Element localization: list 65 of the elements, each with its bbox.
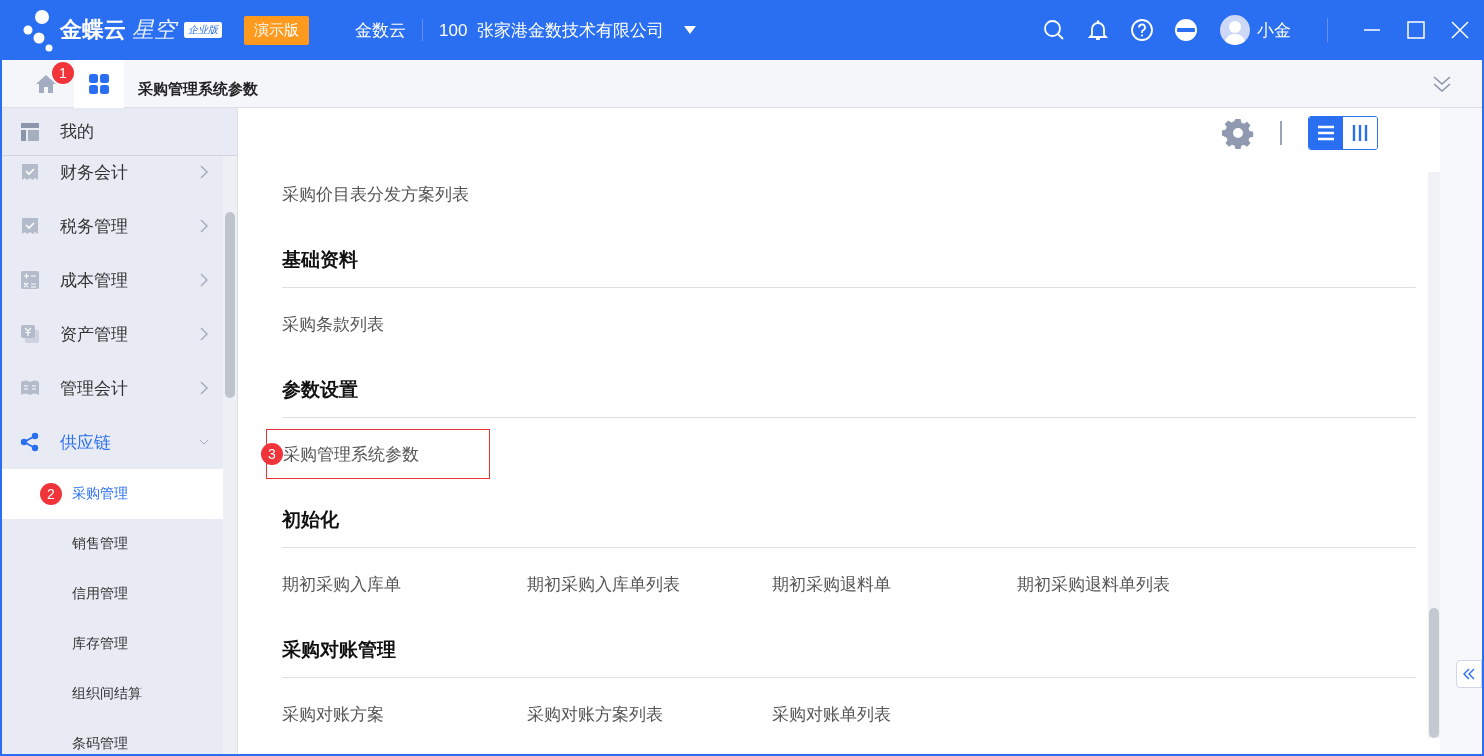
sidebar-item[interactable]: 供应链 — [2, 415, 223, 469]
sidebar-subitem[interactable]: 库存管理 — [2, 619, 223, 669]
close-icon[interactable] — [1450, 20, 1470, 40]
avatar-icon[interactable] — [1220, 15, 1250, 45]
maximize-icon[interactable] — [1406, 20, 1426, 40]
menu-link[interactable]: 期初采购退料单列表 — [1017, 572, 1262, 596]
chevron-right-icon — [199, 165, 209, 179]
page-tab[interactable]: 采购管理系统参数 — [124, 80, 272, 99]
section-heading: 初始化 — [282, 490, 1416, 548]
share-nodes-icon — [20, 432, 40, 452]
document-check-icon — [20, 162, 40, 182]
dashboard-icon — [20, 121, 40, 142]
settings-icon[interactable] — [1222, 117, 1254, 149]
section-heading: 采购对账管理 — [282, 620, 1416, 678]
book-icon — [20, 378, 40, 398]
list-icon — [1316, 123, 1336, 143]
expand-panel-button[interactable] — [1456, 660, 1482, 688]
chevron-right-icon — [199, 273, 209, 287]
sidebar-item[interactable]: 我的 — [60, 120, 94, 143]
sidebar-item[interactable]: 管理会计 — [2, 361, 223, 415]
edition-badge: 企业版 — [184, 22, 222, 38]
grid-icon — [88, 72, 110, 95]
document-check-icon — [20, 216, 40, 236]
stacked-cards-icon — [20, 324, 40, 344]
more-icon[interactable] — [1174, 18, 1198, 42]
sidebar-subitem[interactable]: 销售管理 — [2, 519, 223, 569]
calculator-icon — [20, 270, 40, 290]
step-marker: 3 — [261, 443, 283, 465]
step-marker: 1 — [52, 61, 74, 84]
menu-link[interactable]: 期初采购退料单 — [772, 572, 1017, 596]
scrollbar[interactable] — [1428, 172, 1440, 738]
apps-tab[interactable] — [74, 59, 124, 108]
sidebar-item[interactable]: 资产管理 — [2, 307, 223, 361]
menu-link[interactable]: 期初采购入库单列表 — [527, 572, 772, 596]
search-icon[interactable] — [1042, 18, 1066, 42]
double-chevron-down-icon[interactable] — [1432, 74, 1452, 93]
double-chevron-left-icon — [1462, 668, 1476, 680]
sidebar-item[interactable]: 成本管理 — [2, 253, 223, 307]
sidebar-item[interactable]: 税务管理 — [2, 199, 223, 253]
menu-link[interactable]: 采购价目表分发方案列表 — [282, 182, 527, 206]
chevron-right-icon — [199, 327, 209, 341]
section-heading: 参数设置 — [282, 360, 1416, 418]
list-view-button[interactable] — [1309, 117, 1343, 149]
sidebar-subitem[interactable]: 组织间结算 — [2, 669, 223, 719]
sidebar-item[interactable]: 财务会计 — [2, 156, 223, 199]
scrollbar[interactable] — [223, 156, 237, 754]
sidebar-subitem[interactable]: 条码管理 — [2, 719, 223, 754]
menu-link[interactable]: 采购对账单列表 — [772, 702, 1017, 726]
sidebar-subitem[interactable]: 信用管理 — [2, 569, 223, 619]
chevron-right-icon — [199, 219, 209, 233]
help-icon[interactable] — [1130, 18, 1154, 42]
chevron-right-icon — [199, 381, 209, 395]
menu-link[interactable]: 采购对账方案列表 — [527, 702, 772, 726]
data-center-label: 金数云 — [355, 19, 406, 42]
menu-link[interactable]: 采购条款列表 — [282, 312, 527, 336]
menu-link[interactable]: 期初采购入库单 — [282, 572, 527, 596]
user-name[interactable]: 小金 — [1257, 18, 1291, 42]
columns-icon — [1350, 123, 1370, 143]
caret-icon[interactable] — [683, 26, 696, 34]
section-heading: 基础资料 — [282, 230, 1416, 288]
menu-link[interactable]: 采购对账方案 — [282, 702, 527, 726]
company-selector[interactable]: 100 张家港金数技术有限公司 — [439, 18, 664, 42]
demo-badge: 演示版 — [244, 15, 309, 45]
logo-text: 金蝶云 — [60, 16, 126, 44]
bell-icon[interactable] — [1086, 18, 1110, 42]
